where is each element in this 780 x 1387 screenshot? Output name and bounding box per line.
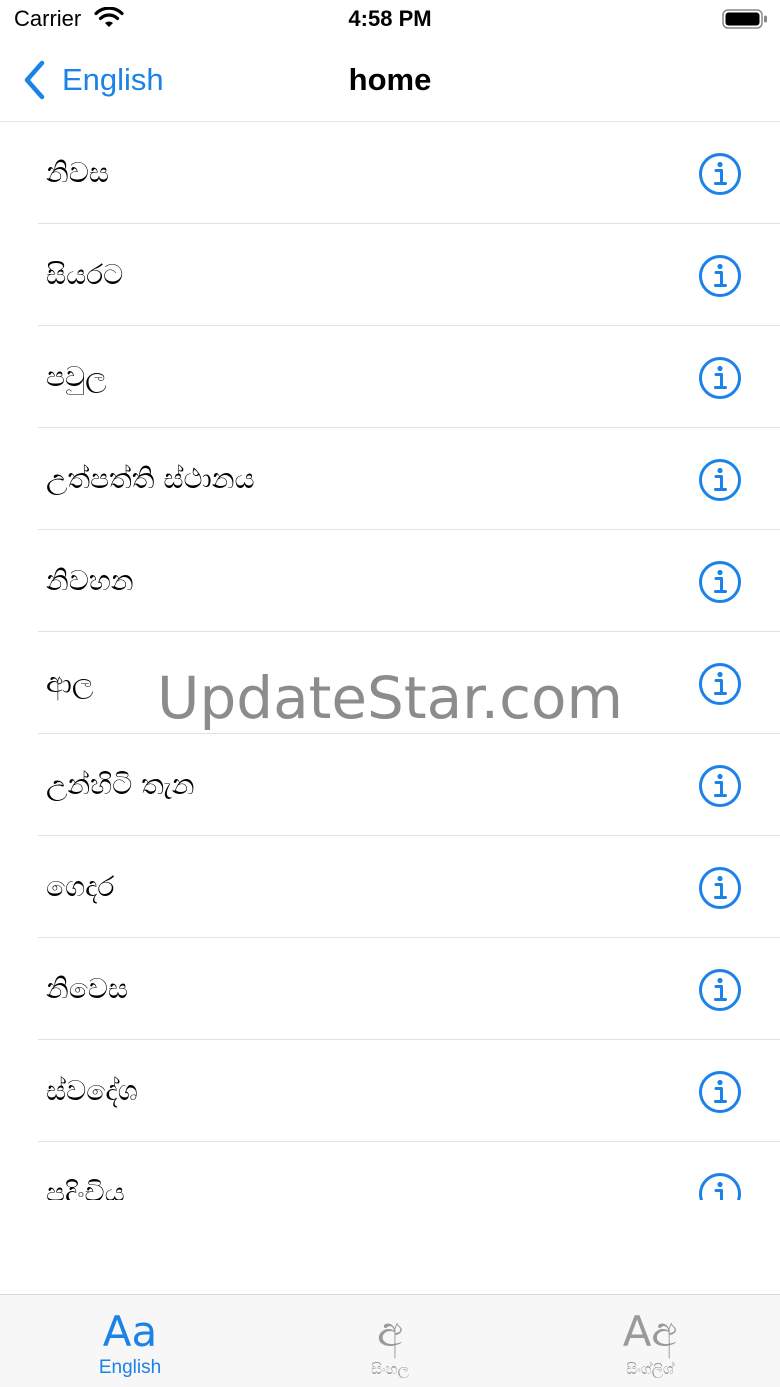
info-icon[interactable] (698, 1070, 742, 1114)
status-bar: Carrier 4:58 PM (0, 0, 780, 40)
list-item[interactable]: පවුල (38, 326, 780, 428)
tab-0[interactable]: Aa English (0, 1295, 260, 1387)
list-item[interactable]: නිවෙස (38, 938, 780, 1040)
tab-label: සිංග්ලිශ් (626, 1361, 674, 1378)
list-item[interactable]: නිවස (38, 122, 780, 224)
word-label: උන්හිටි තැන (46, 768, 195, 801)
word-label: ගෙදර (46, 870, 115, 903)
word-label: ස්වදේශ (46, 1074, 138, 1107)
word-label: නිවහන (46, 564, 134, 597)
info-icon[interactable] (698, 458, 742, 502)
tab-bar: Aa English අ සිංහල Aඅ සිංග්ලිශ් (0, 1294, 780, 1387)
list-item[interactable]: නිවහන (38, 530, 780, 632)
info-icon[interactable] (698, 1172, 742, 1200)
navigation-bar: English home (0, 40, 780, 122)
info-icon[interactable] (698, 968, 742, 1012)
list-item[interactable]: සියරට (38, 224, 780, 326)
info-icon[interactable] (698, 866, 742, 910)
word-label: පදිංචිය (46, 1176, 125, 1200)
word-label: නිවෙස (46, 972, 129, 1005)
word-label: උත්පත්ති ස්ථානය (46, 462, 255, 495)
tab-2[interactable]: Aඅ සිංග්ලිශ් (520, 1295, 780, 1387)
word-label: පවුල (46, 360, 107, 393)
tab-glyph-icon: අ (377, 1307, 403, 1356)
info-icon[interactable] (698, 764, 742, 808)
word-label: ආල (46, 666, 94, 699)
list-item[interactable]: පදිංචිය (38, 1142, 780, 1200)
status-time: 4:58 PM (348, 6, 432, 31)
tab-glyph-icon: Aඅ (622, 1307, 678, 1356)
info-icon[interactable] (698, 560, 742, 604)
info-icon[interactable] (698, 662, 742, 706)
tab-glyph-icon: Aa (102, 1307, 158, 1356)
list-item[interactable]: උන්හිටි තැන (38, 734, 780, 836)
info-icon[interactable] (698, 356, 742, 400)
battery-icon (722, 9, 767, 29)
tab-label: English (98, 1357, 162, 1378)
list-item[interactable]: ආල (38, 632, 780, 734)
info-icon[interactable] (698, 152, 742, 196)
list-item[interactable]: ගෙදර (38, 836, 780, 938)
info-icon[interactable] (698, 254, 742, 298)
list-item[interactable]: ස්වදේශ (38, 1040, 780, 1142)
word-label: නිවස (46, 156, 110, 189)
list-item[interactable]: උත්පත්ති ස්ථානය (38, 428, 780, 530)
word-list: නිවස සියරට පවුල උත්පත්ති ස්ථානය නිවහන ආල උන්හි… (0, 122, 780, 1200)
tab-label: සිංහල (371, 1361, 409, 1378)
word-label: සියරට (46, 258, 124, 291)
page-title: home (348, 62, 432, 97)
tab-1[interactable]: අ සිංහල (260, 1295, 520, 1387)
